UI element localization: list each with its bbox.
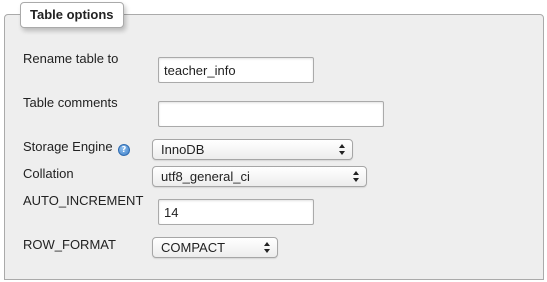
select-arrows-icon — [264, 242, 270, 253]
select-arrows-icon — [353, 171, 359, 182]
auto-increment-input[interactable] — [158, 199, 314, 225]
table-comments-input[interactable] — [158, 101, 384, 127]
auto-increment-label: AUTO_INCREMENT — [23, 193, 144, 208]
table-comments-label: Table comments — [23, 95, 118, 110]
rename-table-label: Rename table to — [23, 51, 119, 66]
select-arrows-icon — [339, 144, 345, 155]
storage-engine-value: InnoDB — [161, 142, 205, 157]
storage-engine-select[interactable]: InnoDB — [152, 139, 353, 160]
help-icon[interactable]: ? — [118, 144, 130, 156]
table-options-legend: Table options — [20, 2, 124, 28]
row-format-select[interactable]: COMPACT — [152, 237, 278, 258]
collation-value: utf8_general_ci — [161, 169, 250, 184]
collation-label: Collation — [23, 166, 74, 181]
row-format-value: COMPACT — [161, 240, 226, 255]
rename-table-input[interactable] — [158, 57, 314, 83]
row-format-label: ROW_FORMAT — [23, 237, 116, 252]
storage-engine-label: Storage Engine — [23, 139, 113, 154]
collation-select[interactable]: utf8_general_ci — [152, 166, 367, 187]
